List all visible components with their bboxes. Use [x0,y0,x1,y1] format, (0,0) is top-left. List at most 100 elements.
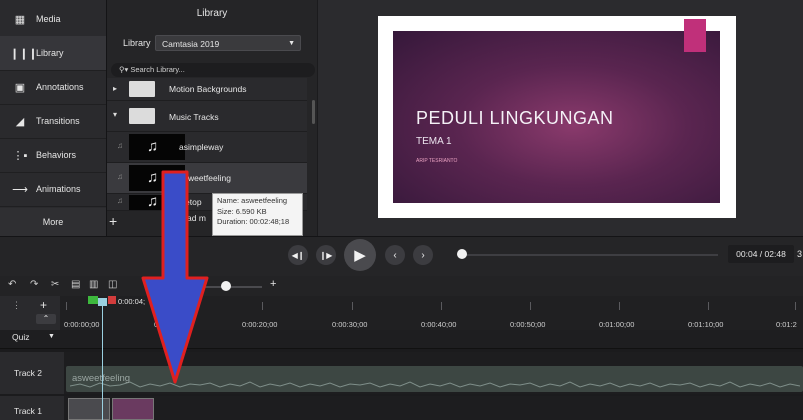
copy-icon[interactable]: ▤ [71,279,80,290]
library-title: Library [196,8,228,19]
scrub-track[interactable] [458,254,718,256]
down-arrow-icon [141,170,209,384]
library-select-value: Camtasia 2019 [162,39,220,49]
out-point-marker[interactable] [108,296,116,304]
music-note-icon: ♫ [147,138,159,155]
music-note-icon: ♫ [117,196,123,205]
ruler-label: 0:00:00;00 [64,320,100,329]
search-icon: ⚲▾ [119,65,129,74]
sidebar-item-media[interactable]: ▦ Media [0,2,106,37]
behavior-icon: ⋮▪ [12,149,28,162]
folder-name: Music Tracks [169,112,219,122]
ruler-label: 0:00:50;00 [510,320,546,329]
chevron-left-icon: ‹ [393,249,397,261]
quiz-label: Quiz [12,332,30,342]
folder-icon [129,108,155,124]
playhead-handle[interactable] [98,298,107,306]
chevron-down-icon: ▾ [113,110,118,119]
timeline-toolbar [0,276,803,296]
chevron-down-icon[interactable]: ▼ [48,333,55,340]
track-header[interactable]: Track 1 [0,396,64,420]
more-button[interactable]: More [0,208,106,236]
split-icon[interactable]: ◫ [108,279,117,290]
sidebar-item-label: Library [36,48,64,58]
sidebar-item-library[interactable]: ❙❙❙ Library [0,36,106,71]
sidebar: ▦ Media ❙❙❙ Library ▣ Annotations ◢ Tran… [0,0,107,236]
books-icon: ❙❙❙ [10,47,38,60]
track-lane [64,396,803,420]
sidebar-item-label: Media [36,14,61,24]
sidebar-item-label: Animations [36,184,81,194]
sidebar-item-animations[interactable]: ⟶ Animations [0,172,106,207]
search-input[interactable]: ⚲▾ Search Library... [111,63,315,77]
step-back-icon: ◀❙ [291,250,305,260]
in-point-marker[interactable] [88,296,98,304]
slide-subtitle: TEMA 1 [416,136,452,147]
ruler-label: 0:01:2 [776,320,797,329]
list-item[interactable]: ♫ ♫ asimpleway [107,132,307,163]
ruler-tick [708,302,709,310]
step-back-button[interactable]: ◀❙ [288,245,308,265]
play-button[interactable]: ▶ [344,239,376,271]
collapse-icon[interactable]: ⌃ [36,314,56,324]
sidebar-item-behaviors[interactable]: ⋮▪ Behaviors [0,138,106,173]
list-item[interactable]: ▸ Motion Backgrounds [107,78,307,101]
media-clip[interactable] [68,398,110,420]
ruler-label: 0:00:30;00 [332,320,368,329]
track-label: Track 2 [14,368,43,378]
ruler-tick [795,302,796,310]
track-lock-icon[interactable]: ⋮ [12,300,21,311]
paste-icon[interactable]: ▥ [89,279,98,290]
chevron-right-icon: ▸ [113,84,118,93]
next-marker-button[interactable]: › [413,245,433,265]
sidebar-item-transitions[interactable]: ◢ Transitions [0,104,106,139]
list-item[interactable]: ▾ Music Tracks [107,101,307,132]
folder-icon [129,81,155,97]
sidebar-item-label: Annotations [36,82,84,92]
prev-marker-button[interactable]: ‹ [385,245,405,265]
quiz-track [0,330,803,349]
sidebar-item-annotations[interactable]: ▣ Annotations [0,70,106,105]
ruler-label: 0:01:10;00 [688,320,724,329]
zoom-in-icon[interactable]: + [270,278,276,290]
track-header[interactable]: Track 2 [0,352,64,394]
chevron-right-icon: › [421,249,425,261]
media-clip[interactable] [112,398,154,420]
ruler-tick [352,302,353,310]
zoom-handle[interactable] [221,281,231,291]
ruler-label: 0:01:00;00 [599,320,635,329]
music-note-icon: ♫ [117,172,123,181]
track-controls: ⋮ + ⌃ [0,296,60,330]
ruler-label: 0:00:20;00 [242,320,278,329]
annotation-icon: ▣ [14,81,26,94]
slide-accent [684,19,706,52]
previous-button[interactable]: ❙▶ [316,245,336,265]
more-label: More [42,217,64,227]
library-select[interactable]: Camtasia 2019 ▼ [155,35,301,51]
tooltip-size: Size: 6.590 KB [217,206,267,216]
track-name: asimpleway [179,142,224,152]
tooltip-name: Name: asweetfeeling [217,196,288,205]
film-icon: ▦ [14,13,26,26]
ruler-tick [262,302,263,310]
slide-author: ARIP TESRIANTO [416,158,458,164]
transition-icon: ◢ [15,115,25,128]
add-track-icon[interactable]: + [40,298,47,312]
cut-icon[interactable]: ✂ [51,279,59,290]
sidebar-item-label: Transitions [36,116,80,126]
scrub-handle[interactable] [457,249,467,259]
track-thumbnail: ♫ [129,134,185,160]
add-icon[interactable]: + [109,213,117,229]
redo-icon[interactable]: ↷ [30,279,38,290]
time-extra: 3 [797,249,803,259]
scrollbar[interactable] [312,100,315,124]
tooltip-duration: Duration: 00:02:48;18 [217,217,290,226]
library-select-label: Library [123,38,151,48]
tooltip: Name: asweetfeeling Size: 6.590 KB Durat… [212,193,303,236]
ruler-tick [619,302,620,310]
undo-icon[interactable]: ↶ [8,279,16,290]
ruler-tick [66,302,67,310]
search-placeholder: Search Library... [130,65,185,74]
chevron-down-icon: ▼ [288,40,295,47]
folder-name: Motion Backgrounds [169,84,247,94]
